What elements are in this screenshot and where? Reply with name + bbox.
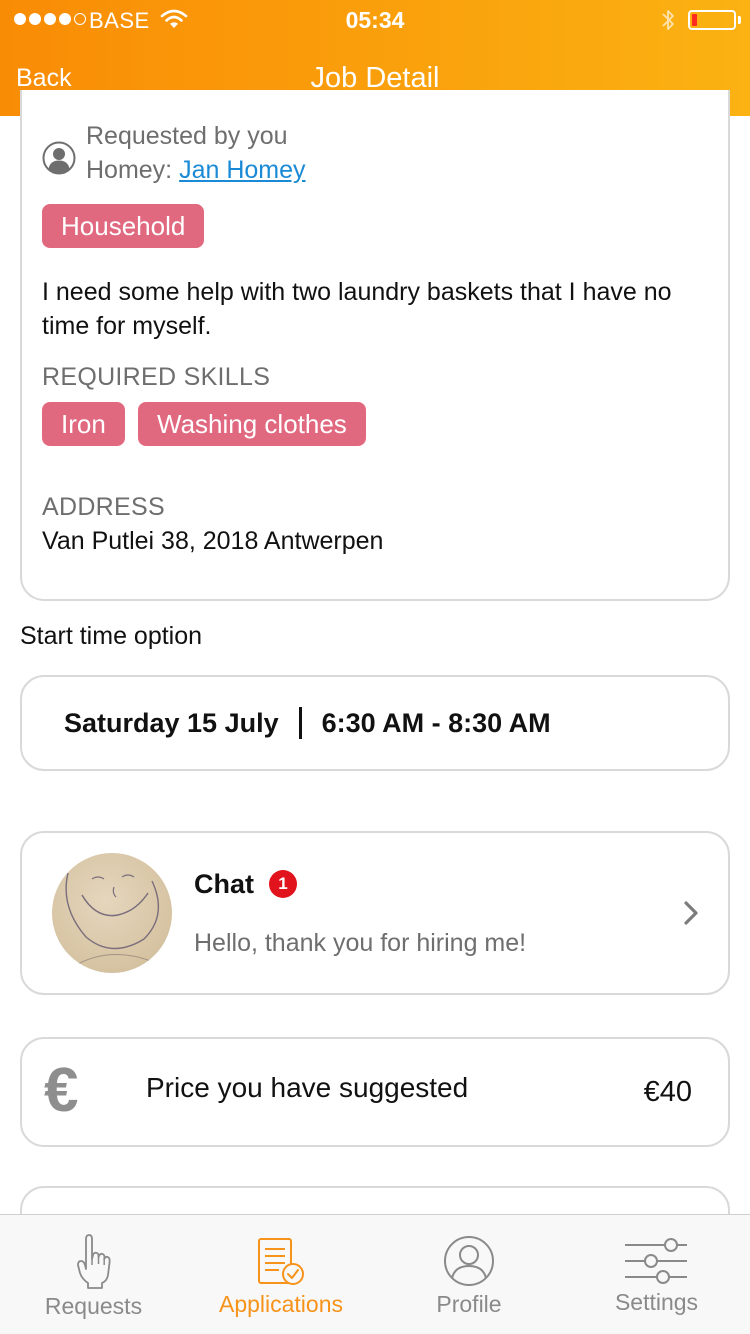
- tab-settings[interactable]: Settings: [563, 1215, 750, 1334]
- skill-tag: Iron: [42, 402, 125, 446]
- tab-label: Applications: [218, 1291, 344, 1317]
- price-card: € Price you have suggested €40: [20, 1037, 730, 1147]
- battery-nub: [738, 16, 741, 24]
- price-label: Price you have suggested: [146, 1072, 469, 1103]
- address-label: ADDRESS: [42, 493, 165, 521]
- avatar: [52, 853, 172, 973]
- start-date: Saturday 15 July: [64, 708, 279, 738]
- start-time-option[interactable]: Saturday 15 July 6:30 AM - 8:30 AM: [20, 675, 730, 771]
- bluetooth-icon: [662, 10, 674, 30]
- tab-requests[interactable]: Requests: [0, 1215, 187, 1334]
- chat-card[interactable]: Chat 1 Hello, thank you for hiring me!: [20, 831, 730, 995]
- price-value: €40: [643, 1076, 692, 1108]
- job-detail-screen: BASE 05:34 Back Job Detail Requested by …: [0, 0, 750, 1334]
- document-check-icon: [258, 1238, 304, 1285]
- hand-pointer-icon: [77, 1234, 111, 1289]
- start-time-title: Start time option: [20, 622, 203, 650]
- chevron-right-icon: [684, 901, 698, 925]
- person-icon: [42, 141, 76, 175]
- unread-badge: 1: [269, 870, 297, 898]
- tab-bar: Requests Applications Profile Settings: [0, 1214, 750, 1334]
- chat-last-message: Hello, thank you for hiring me!: [194, 929, 527, 957]
- chat-title: Chat: [194, 869, 254, 899]
- homey-name-link[interactable]: Jan Homey: [179, 156, 305, 184]
- start-time-range: 6:30 AM - 8:30 AM: [321, 708, 551, 738]
- sliders-icon: [625, 1238, 687, 1284]
- homey-prefix: Homey:: [86, 156, 173, 184]
- status-time: 05:34: [345, 7, 405, 33]
- requested-by-text: Requested by you: [86, 122, 288, 150]
- battery-icon: [688, 10, 736, 30]
- tab-label: Requests: [44, 1293, 143, 1319]
- euro-icon: €: [44, 1056, 79, 1125]
- homey-line: Homey: Jan Homey: [86, 156, 306, 185]
- avatar-drawing: [65, 872, 160, 966]
- tab-label: Settings: [614, 1289, 699, 1315]
- user-circle-icon: [444, 1236, 494, 1286]
- skill-tag: Washing clothes: [138, 402, 366, 446]
- battery-level: [692, 14, 697, 26]
- status-bar: BASE 05:34: [0, 0, 750, 40]
- tab-label: Profile: [436, 1291, 502, 1317]
- tab-applications[interactable]: Applications: [187, 1215, 375, 1334]
- divider: [298, 706, 302, 739]
- address-value: Van Putlei 38, 2018 Antwerpen: [42, 527, 384, 555]
- tab-profile[interactable]: Profile: [375, 1215, 563, 1334]
- job-description: I need some help with two laundry basket…: [42, 278, 672, 340]
- start-time-text: Saturday 15 July 6:30 AM - 8:30 AM: [64, 677, 551, 769]
- category-tag: Household: [42, 204, 205, 248]
- required-skills-label: REQUIRED SKILLS: [42, 363, 271, 391]
